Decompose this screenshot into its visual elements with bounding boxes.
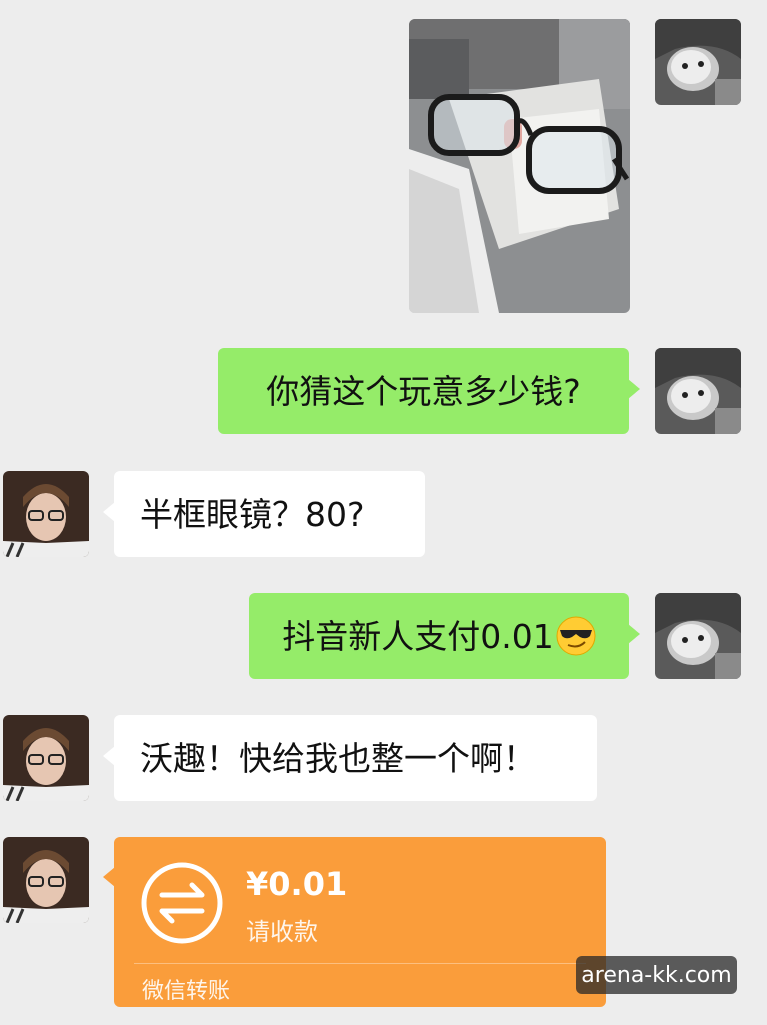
message-bubble-received[interactable]: 沃趣！快给我也整一个啊！	[103, 715, 597, 801]
my-avatar[interactable]	[655, 593, 741, 679]
message-bubble-received[interactable]: 半框眼镜？80?	[103, 471, 425, 557]
transfer-brand-label: 微信转账	[142, 979, 231, 1004]
message-text: 半框眼镜？80?	[140, 494, 365, 534]
watermark: arena-kk.com	[576, 956, 737, 994]
sunglasses-emoji	[556, 616, 596, 656]
message-bubble-sent[interactable]: 你猜这个玩意多少钱?	[218, 348, 640, 434]
message-text: 抖音新人支付0.01	[282, 616, 554, 656]
my-avatar[interactable]	[655, 19, 741, 105]
my-avatar[interactable]	[655, 348, 741, 434]
message-text: 沃趣！快给我也整一个啊！	[140, 738, 536, 778]
friend-avatar[interactable]	[3, 715, 89, 801]
message-bubble-sent[interactable]: 抖音新人支付0.01	[249, 593, 640, 679]
wechat-transfer-card[interactable]: ¥0.01 请收款 微信转账	[103, 837, 606, 1007]
friend-avatar[interactable]	[3, 471, 89, 557]
divider	[134, 963, 586, 964]
transfer-amount: ¥0.01	[246, 865, 348, 903]
transfer-status: 请收款	[246, 918, 318, 946]
friend-avatar[interactable]	[3, 837, 89, 923]
transfer-arrows-icon	[141, 862, 223, 944]
glasses-photo[interactable]	[409, 19, 630, 313]
message-text: 你猜这个玩意多少钱?	[266, 371, 581, 411]
